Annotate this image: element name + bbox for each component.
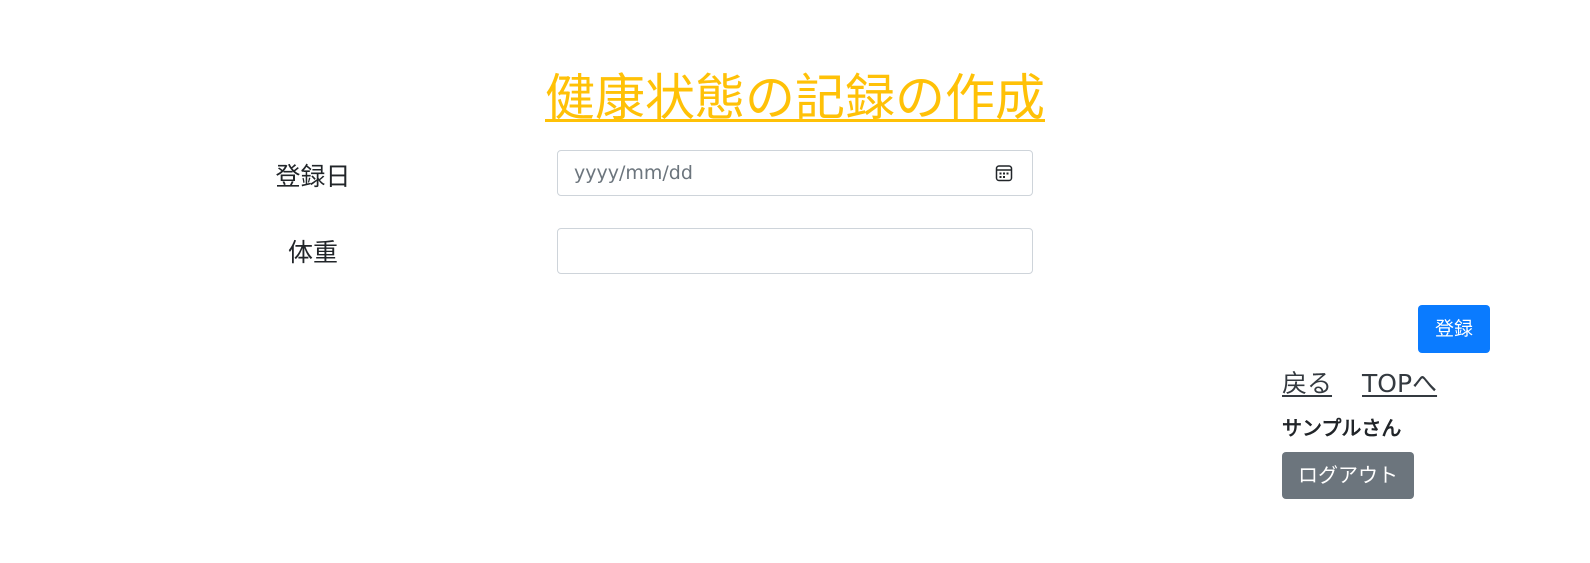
date-placeholder: yyyy/mm/dd — [574, 162, 693, 184]
date-input[interactable]: yyyy/mm/dd — [557, 150, 1033, 196]
weight-input[interactable] — [557, 228, 1033, 274]
calendar-icon[interactable] — [995, 164, 1013, 182]
date-label: 登録日 — [275, 162, 351, 191]
logout-button[interactable]: ログアウト — [1282, 452, 1414, 499]
top-link[interactable]: TOPへ — [1362, 369, 1437, 398]
nav-links: 戻る TOPへ — [1282, 368, 1437, 400]
user-name: サンプルさん — [1282, 416, 1402, 440]
page-title-link[interactable]: 健康状態の記録の作成 — [545, 69, 1045, 127]
back-link[interactable]: 戻る — [1282, 369, 1332, 398]
submit-button[interactable]: 登録 — [1418, 305, 1490, 353]
weight-label: 体重 — [287, 238, 338, 267]
page-title: 健康状態の記録の作成 — [0, 66, 1590, 130]
